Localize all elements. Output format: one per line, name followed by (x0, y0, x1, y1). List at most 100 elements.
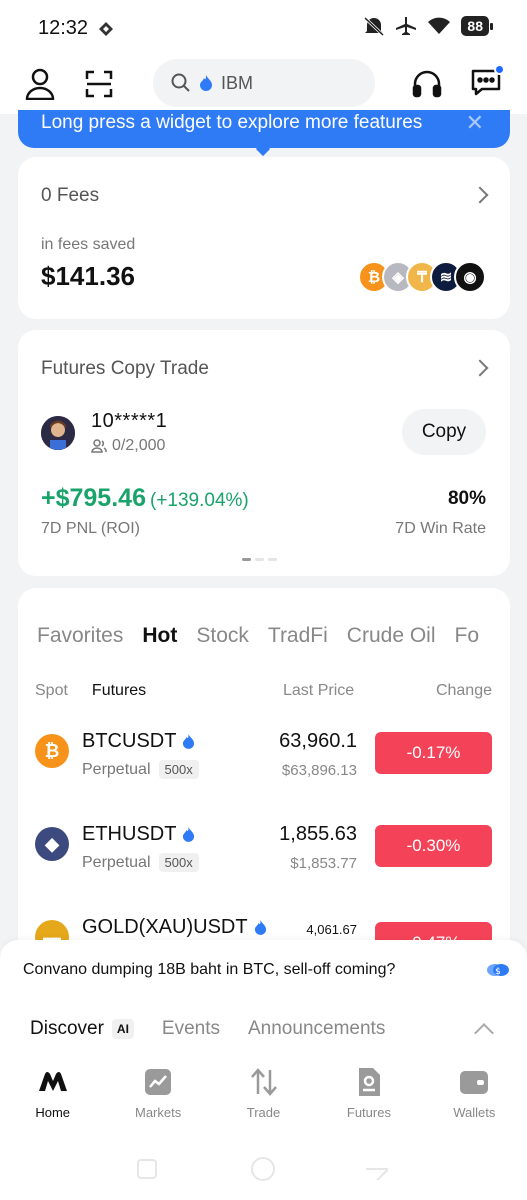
coins-icon: $ (487, 964, 509, 977)
widget-hint-banner: Long press a widget to explore more feat… (18, 110, 510, 157)
bottom-area: Discover AI Events Announcements Home Mar… (0, 1000, 527, 1200)
home-logo-icon (38, 1072, 67, 1091)
banner-pointer (255, 141, 271, 157)
symbol-text: BTCUSDT (82, 730, 177, 752)
nav-wallets-label: Wallets (453, 1105, 496, 1120)
change-badge[interactable]: -0.30% (375, 825, 492, 867)
airplane-mode-icon (396, 17, 417, 35)
chevron-up-icon[interactable] (474, 1023, 494, 1043)
people-icon (91, 439, 107, 453)
pnl-value: +$795.46 (+139.04%) (41, 484, 249, 513)
row-type: Perpetual 500x (82, 853, 199, 872)
nav-wallets[interactable]: Wallets (422, 1065, 527, 1135)
profile-button[interactable] (20, 64, 60, 104)
tab-more[interactable]: Fo (455, 624, 480, 648)
usd-price: $1,853.77 (290, 855, 357, 872)
user-icon (25, 68, 55, 100)
trader-avatar (41, 416, 75, 450)
news-ticker[interactable]: Convano dumping 18B baht in BTC, sell-of… (0, 940, 527, 1000)
followers-count: 0/2,000 (112, 437, 166, 454)
tab-discover[interactable]: Discover AI (30, 1018, 134, 1040)
discover-label: Discover (30, 1018, 104, 1039)
row-symbol: GOLD(XAU)USDT (82, 916, 267, 939)
news-text: Convano dumping 18B baht in BTC, sell-of… (23, 961, 396, 978)
copy-trade-title: Futures Copy Trade (41, 358, 209, 379)
pnl-roi: (+139.04%) (149, 490, 249, 511)
nav-markets-label: Markets (134, 1105, 182, 1120)
eth-icon: ◆ (35, 827, 69, 861)
market-row[interactable]: ₿ BTCUSDT Perpetual 500x 63,960.1 $63,896… (18, 722, 510, 812)
close-icon[interactable]: ✕ (466, 110, 484, 136)
tab-crude-oil[interactable]: Crude Oil (347, 624, 436, 648)
trader-followers: 0/2,000 (91, 437, 165, 455)
scan-button[interactable] (79, 64, 119, 104)
change-badge[interactable]: -0.17% (375, 732, 492, 774)
fees-card[interactable]: 0 Fees in fees saved $141.36 ₿ ◈ ₸ ≋ ◉ (18, 157, 510, 319)
subtab-futures[interactable]: Futures (92, 682, 146, 700)
bottom-nav: Home Markets Trade Futures Wallets (0, 1065, 527, 1135)
messages-button[interactable] (466, 63, 506, 104)
last-price: 63,960.1 (279, 730, 357, 752)
app-notification-icon (99, 22, 113, 36)
alien-coin-icon: ◉ (454, 261, 486, 293)
nav-markets[interactable]: Markets (105, 1065, 210, 1135)
trader-name: 10*****1 (91, 410, 168, 432)
top-nav: IBM (0, 56, 527, 114)
last-price: 1,855.63 (279, 823, 357, 845)
status-time: 12:32 (38, 17, 89, 39)
wallet-icon (460, 1071, 489, 1094)
nav-futures-label: Futures (346, 1105, 391, 1120)
flame-icon (254, 920, 266, 935)
nav-home[interactable]: Home (0, 1065, 105, 1135)
flame-icon (200, 75, 212, 91)
chevron-right-icon (471, 359, 489, 377)
search-bar[interactable]: IBM (153, 59, 375, 107)
flame-icon (183, 734, 195, 749)
back-icon[interactable] (366, 1158, 388, 1180)
tab-events[interactable]: Events (162, 1018, 220, 1040)
tab-favorites[interactable]: Favorites (37, 624, 123, 648)
search-text: IBM (221, 72, 254, 93)
search-icon (171, 73, 190, 92)
copy-button[interactable]: Copy (402, 409, 486, 455)
win-rate-value: 80% (447, 488, 486, 509)
column-change[interactable]: Change (436, 682, 492, 700)
contract-type: Perpetual (82, 760, 151, 778)
nav-futures[interactable]: Futures (316, 1065, 421, 1135)
market-row[interactable]: ◆ ETHUSDT Perpetual 500x 1,855.63 $1,853.… (18, 815, 510, 905)
tab-tradfi[interactable]: TradFi (268, 624, 328, 648)
fees-title: 0 Fees (41, 185, 100, 206)
discover-tabs: Discover AI Events Announcements (30, 1018, 385, 1040)
battery-indicator: 88 (461, 16, 493, 36)
unread-dot (494, 63, 505, 75)
symbol-text: ETHUSDT (82, 823, 177, 845)
market-tabs: Favorites Hot Stock TradFi Crude Oil Fo (37, 624, 510, 648)
nav-trade-label: Trade (246, 1105, 281, 1120)
tab-announcements[interactable]: Announcements (248, 1018, 385, 1040)
headset-icon (412, 70, 442, 98)
futures-icon (358, 1068, 380, 1096)
market-subtabs: Spot Futures (35, 682, 146, 700)
column-last-price[interactable]: Last Price (283, 682, 354, 700)
subtab-spot[interactable]: Spot (35, 682, 68, 700)
home-gesture-icon[interactable] (249, 1155, 277, 1183)
nav-home-label: Home (35, 1105, 71, 1120)
status-bar: 12:32 88 (0, 0, 527, 56)
nav-trade[interactable]: Trade (211, 1065, 316, 1135)
tab-hot[interactable]: Hot (142, 624, 177, 648)
tab-stock[interactable]: Stock (196, 624, 249, 648)
row-type: Perpetual 500x (82, 760, 199, 779)
btc-icon: ₿ (35, 734, 69, 768)
coin-stack: ₿ ◈ ₸ ≋ ◉ (358, 261, 486, 293)
svg-text:$: $ (495, 967, 501, 977)
fees-subtitle: in fees saved (41, 236, 136, 253)
leverage-badge: 500x (158, 760, 199, 779)
recents-icon[interactable] (136, 1158, 158, 1180)
copy-trade-card[interactable]: Futures Copy Trade 10*****1 0/2,000 Copy… (18, 330, 510, 576)
symbol-text: GOLD(XAU)USDT (82, 916, 248, 938)
mute-icon (364, 16, 385, 36)
row-symbol: ETHUSDT (82, 823, 195, 846)
support-button[interactable] (407, 64, 447, 104)
fees-amount: $141.36 (41, 261, 135, 291)
banner-text: Long press a widget to explore more feat… (41, 112, 423, 133)
